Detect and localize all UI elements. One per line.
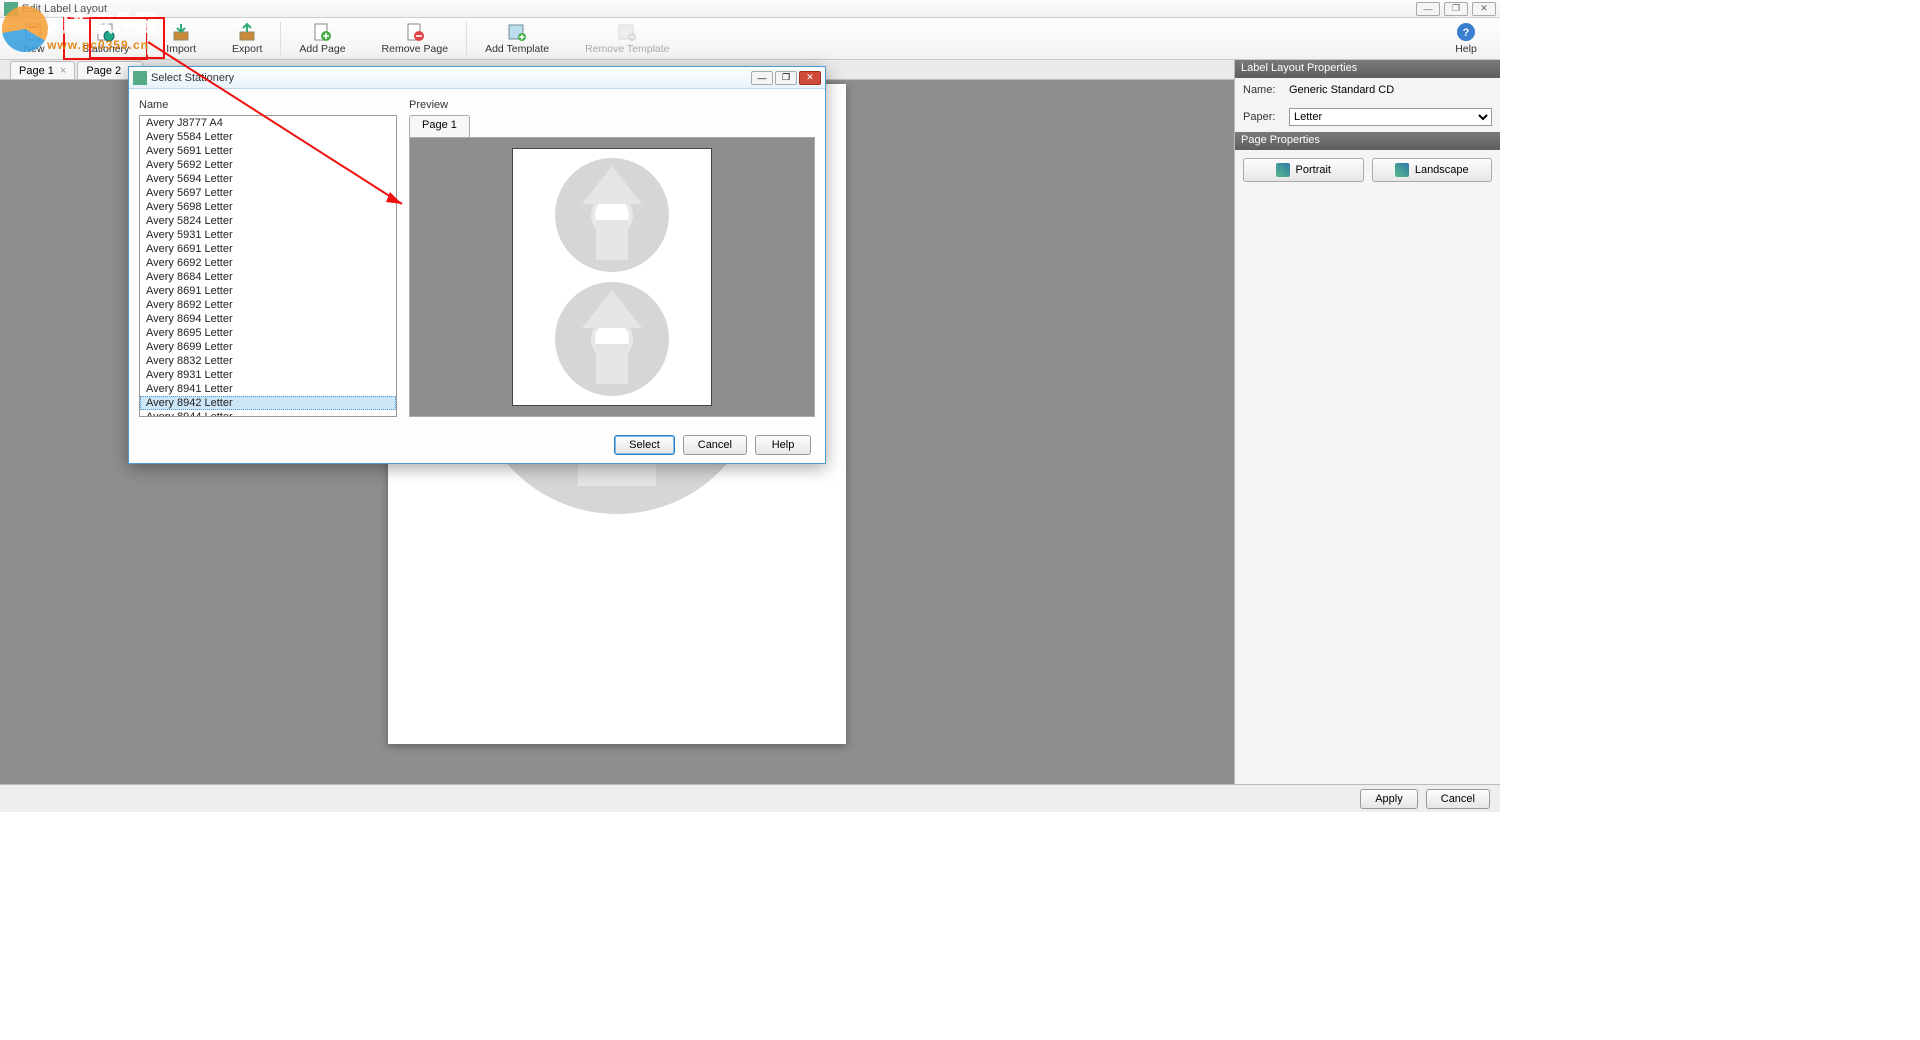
- dialog-icon: [133, 71, 147, 85]
- preview-area: [409, 137, 815, 417]
- list-item[interactable]: Avery 5824 Letter: [140, 214, 396, 228]
- minimize-button[interactable]: —: [1416, 2, 1440, 16]
- app-icon: [4, 2, 18, 16]
- dialog-help-button[interactable]: Help: [755, 435, 811, 455]
- panel-header-layout: Label Layout Properties: [1235, 60, 1500, 78]
- dialog-select-button[interactable]: Select: [614, 435, 675, 455]
- dialog-cancel-button[interactable]: Cancel: [683, 435, 747, 455]
- list-item[interactable]: Avery 5691 Letter: [140, 144, 396, 158]
- window-controls: — ❐ ✕: [1416, 2, 1496, 16]
- portrait-button[interactable]: Portrait: [1243, 158, 1364, 182]
- list-item[interactable]: Avery 8941 Letter: [140, 382, 396, 396]
- list-item[interactable]: Avery 8699 Letter: [140, 340, 396, 354]
- list-item[interactable]: Avery 5694 Letter: [140, 172, 396, 186]
- paper-label: Paper:: [1243, 111, 1283, 123]
- stationery-button[interactable]: Stationery: [64, 18, 147, 59]
- export-icon: [235, 22, 259, 42]
- remove-page-button[interactable]: Remove Page: [364, 18, 467, 59]
- dialog-minimize-button[interactable]: —: [751, 71, 773, 85]
- dialog-close-button[interactable]: ✕: [799, 71, 821, 85]
- new-icon: [22, 22, 46, 42]
- remove-template-button: Remove Template: [567, 18, 687, 59]
- list-item[interactable]: Avery 8691 Letter: [140, 284, 396, 298]
- portrait-icon: [1276, 163, 1290, 177]
- remove-page-icon: [403, 22, 427, 42]
- list-item[interactable]: Avery 8694 Letter: [140, 312, 396, 326]
- list-item[interactable]: Avery 5931 Letter: [140, 228, 396, 242]
- list-item[interactable]: Avery 8692 Letter: [140, 298, 396, 312]
- list-item[interactable]: Avery J8777 A4: [140, 116, 396, 130]
- list-item[interactable]: Avery 8931 Letter: [140, 368, 396, 382]
- preview-cd-1: [555, 158, 669, 272]
- list-item[interactable]: Avery 8944 Letter: [140, 410, 396, 417]
- list-item[interactable]: Avery 5584 Letter: [140, 130, 396, 144]
- name-label: Name:: [1243, 84, 1283, 96]
- new-button[interactable]: New: [4, 18, 64, 59]
- list-item[interactable]: Avery 6691 Letter: [140, 242, 396, 256]
- dialog-title: Select Stationery: [151, 72, 234, 84]
- preview-tab-page-1[interactable]: Page 1: [409, 115, 470, 137]
- close-button[interactable]: ✕: [1472, 2, 1496, 16]
- svg-text:?: ?: [1463, 27, 1470, 39]
- preview-cd-2: [555, 282, 669, 396]
- main-toolbar: New Stationery Import Export Add Page Re…: [0, 18, 1500, 60]
- properties-panel: Label Layout Properties Name: Generic St…: [1234, 60, 1500, 784]
- add-template-button[interactable]: Add Template: [467, 18, 567, 59]
- add-page-icon: [310, 22, 334, 42]
- add-template-icon: [505, 22, 529, 42]
- landscape-button[interactable]: Landscape: [1372, 158, 1493, 182]
- add-page-button[interactable]: Add Page: [281, 18, 363, 59]
- list-item[interactable]: Avery 6692 Letter: [140, 256, 396, 270]
- paper-select[interactable]: Letter: [1289, 108, 1492, 126]
- apply-button[interactable]: Apply: [1360, 789, 1418, 809]
- import-icon: [169, 22, 193, 42]
- dialog-titlebar[interactable]: Select Stationery — ❐ ✕: [129, 67, 825, 89]
- cancel-button[interactable]: Cancel: [1426, 789, 1490, 809]
- list-item[interactable]: Avery 8684 Letter: [140, 270, 396, 284]
- name-column-header: Name: [139, 99, 397, 111]
- stationery-icon: [94, 22, 118, 42]
- help-icon: ?: [1454, 22, 1478, 42]
- landscape-icon: [1395, 163, 1409, 177]
- tab-page-1[interactable]: Page 1×: [10, 61, 75, 79]
- stationery-listbox[interactable]: Avery J8777 A4Avery 5584 LetterAvery 569…: [139, 115, 397, 417]
- preview-page: [512, 148, 712, 406]
- list-item[interactable]: Avery 8942 Letter: [140, 396, 396, 410]
- help-button[interactable]: ? Help: [1436, 18, 1496, 59]
- window-title: Edit Label Layout: [22, 3, 107, 15]
- preview-column-header: Preview: [409, 99, 815, 111]
- panel-header-page: Page Properties: [1235, 132, 1500, 150]
- bottom-bar: Apply Cancel: [0, 784, 1500, 812]
- window-titlebar: Edit Label Layout — ❐ ✕: [0, 0, 1500, 18]
- maximize-button[interactable]: ❐: [1444, 2, 1468, 16]
- list-item[interactable]: Avery 5697 Letter: [140, 186, 396, 200]
- import-button[interactable]: Import: [148, 18, 214, 59]
- export-button[interactable]: Export: [214, 18, 280, 59]
- tab-close-icon[interactable]: ×: [60, 65, 66, 77]
- list-item[interactable]: Avery 8832 Letter: [140, 354, 396, 368]
- dialog-maximize-button[interactable]: ❐: [775, 71, 797, 85]
- remove-template-icon: [615, 22, 639, 42]
- name-value: Generic Standard CD: [1289, 84, 1394, 96]
- list-item[interactable]: Avery 8695 Letter: [140, 326, 396, 340]
- select-stationery-dialog: Select Stationery — ❐ ✕ Name Avery J8777…: [128, 66, 826, 464]
- list-item[interactable]: Avery 5698 Letter: [140, 200, 396, 214]
- list-item[interactable]: Avery 5692 Letter: [140, 158, 396, 172]
